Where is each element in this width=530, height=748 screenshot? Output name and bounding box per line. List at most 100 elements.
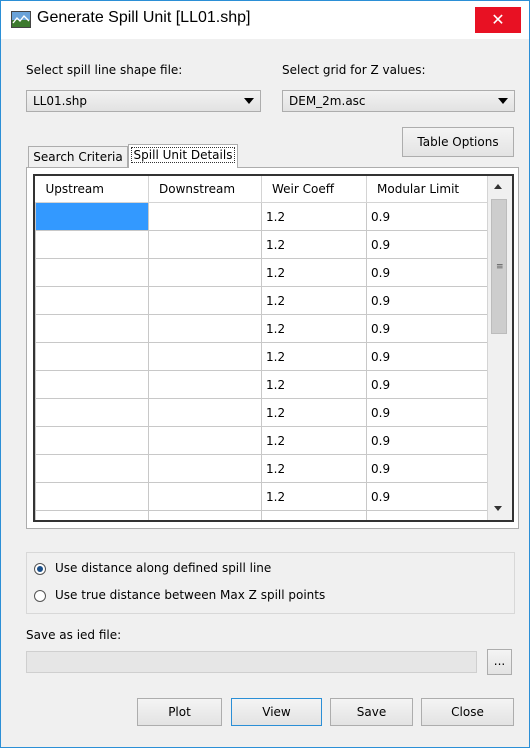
app-map-icon [11,11,31,28]
modular-limit-cell[interactable]: 0.9 [366,454,488,483]
table-row: 1.20.9 [35,202,488,231]
upstream-cell[interactable] [35,230,149,259]
scroll-up-arrow-icon[interactable] [494,184,502,189]
table-header-row: Upstream Downstream Weir Coeff Modular L… [35,176,488,203]
modular-limit-cell[interactable]: 0.9 [366,510,488,520]
upstream-cell[interactable] [35,398,149,427]
weir-coeff-cell[interactable]: 1.2 [261,314,367,343]
weir-coeff-cell[interactable]: 1.2 [261,202,367,231]
downstream-cell[interactable] [148,314,262,343]
downstream-cell[interactable] [148,426,262,455]
weir-coeff-cell[interactable]: 1.2 [261,482,367,511]
modular-limit-cell[interactable]: 0.9 [366,314,488,343]
upstream-cell[interactable] [35,482,149,511]
tab-spill-unit-details[interactable]: Spill Unit Details [128,144,238,168]
table-vertical-scrollbar[interactable]: ≡ [487,176,512,520]
weir-coeff-cell[interactable]: 1.2 [261,258,367,287]
weir-coeff-cell[interactable]: 1.2 [261,426,367,455]
downstream-cell[interactable] [148,286,262,315]
table-row: 1.20.9 [35,286,488,315]
modular-limit-cell[interactable]: 0.9 [366,482,488,511]
column-header-modular-limit[interactable]: Modular Limit [366,176,488,203]
chevron-down-icon [244,98,254,104]
modular-limit-cell[interactable]: 0.9 [366,342,488,371]
upstream-cell[interactable] [35,426,149,455]
modular-limit-cell[interactable]: 0.9 [366,202,488,231]
table-row: 1.20.9 [35,398,488,427]
spill-unit-grid: Upstream Downstream Weir Coeff Modular L… [35,176,488,520]
distance-along-line-radio[interactable] [34,563,46,575]
downstream-cell[interactable] [148,510,262,520]
downstream-cell[interactable] [148,342,262,371]
table-row: 1.20.9 [35,314,488,343]
modular-limit-cell[interactable]: 0.9 [366,426,488,455]
close-window-button[interactable]: ✕ [475,7,521,33]
upstream-cell[interactable] [35,370,149,399]
view-button[interactable]: View [231,698,322,726]
downstream-cell[interactable] [148,454,262,483]
save-ied-path-field[interactable] [26,651,477,673]
table-row: 1.20.9 [35,454,488,483]
column-header-upstream[interactable]: Upstream [35,176,149,203]
table-row: 1.20.9 [35,258,488,287]
grid-select-value: DEM_2m.asc [289,94,366,108]
upstream-cell[interactable] [35,258,149,287]
modular-limit-cell[interactable]: 0.9 [366,258,488,287]
distance-along-line-label[interactable]: Use distance along defined spill line [55,561,271,575]
grid-select[interactable]: DEM_2m.asc [282,90,515,112]
upstream-cell[interactable] [35,202,149,231]
upstream-cell[interactable] [35,314,149,343]
downstream-cell[interactable] [148,482,262,511]
title-bar[interactable]: Generate Spill Unit [LL01.shp] ✕ [1,1,529,39]
weir-coeff-cell[interactable]: 1.2 [261,510,367,520]
save-button[interactable]: Save [330,698,413,726]
column-header-weir-coeff[interactable]: Weir Coeff [261,176,367,203]
weir-coeff-cell[interactable]: 1.2 [261,398,367,427]
weir-coeff-cell[interactable]: 1.2 [261,454,367,483]
shape-file-label: Select spill line shape file: [26,63,183,77]
dialog-window: Generate Spill Unit [LL01.shp] ✕ Select … [0,0,530,748]
table-row: 1.20.9 [35,510,488,520]
weir-coeff-cell[interactable]: 1.2 [261,286,367,315]
downstream-cell[interactable] [148,258,262,287]
downstream-cell[interactable] [148,202,262,231]
plot-button[interactable]: Plot [137,698,222,726]
downstream-cell[interactable] [148,370,262,399]
spill-unit-table: Upstream Downstream Weir Coeff Modular L… [33,174,514,522]
true-distance-radio[interactable] [34,590,46,602]
table-row: 1.20.9 [35,426,488,455]
table-row: 1.20.9 [35,482,488,511]
upstream-cell[interactable] [35,342,149,371]
table-row: 1.20.9 [35,230,488,259]
shape-file-select[interactable]: LL01.shp [26,90,261,112]
weir-coeff-cell[interactable]: 1.2 [261,230,367,259]
upstream-cell[interactable] [35,510,149,520]
true-distance-label[interactable]: Use true distance between Max Z spill po… [55,588,325,602]
browse-button[interactable]: ... [487,649,512,675]
modular-limit-cell[interactable]: 0.9 [366,230,488,259]
tab-search-criteria[interactable]: Search Criteria [28,146,128,168]
grid-select-label: Select grid for Z values: [282,63,426,77]
downstream-cell[interactable] [148,398,262,427]
save-ied-label: Save as ied file: [26,628,122,642]
weir-coeff-cell[interactable]: 1.2 [261,342,367,371]
modular-limit-cell[interactable]: 0.9 [366,370,488,399]
scroll-down-arrow-icon[interactable] [494,506,502,511]
shape-file-value: LL01.shp [33,94,87,108]
column-header-downstream[interactable]: Downstream [148,176,262,203]
upstream-cell[interactable] [35,286,149,315]
modular-limit-cell[interactable]: 0.9 [366,398,488,427]
table-row: 1.20.9 [35,370,488,399]
chevron-down-icon [498,98,508,104]
table-options-button[interactable]: Table Options [402,127,514,157]
upstream-cell[interactable] [35,454,149,483]
close-button[interactable]: Close [421,698,514,726]
weir-coeff-cell[interactable]: 1.2 [261,370,367,399]
downstream-cell[interactable] [148,230,262,259]
scrollbar-thumb[interactable]: ≡ [491,199,507,334]
scroll-grip-icon: ≡ [496,262,504,272]
tab-spill-unit-details-label: Spill Unit Details [130,147,236,163]
modular-limit-cell[interactable]: 0.9 [366,286,488,315]
table-row: 1.20.9 [35,342,488,371]
window-title: Generate Spill Unit [LL01.shp] [37,9,251,26]
